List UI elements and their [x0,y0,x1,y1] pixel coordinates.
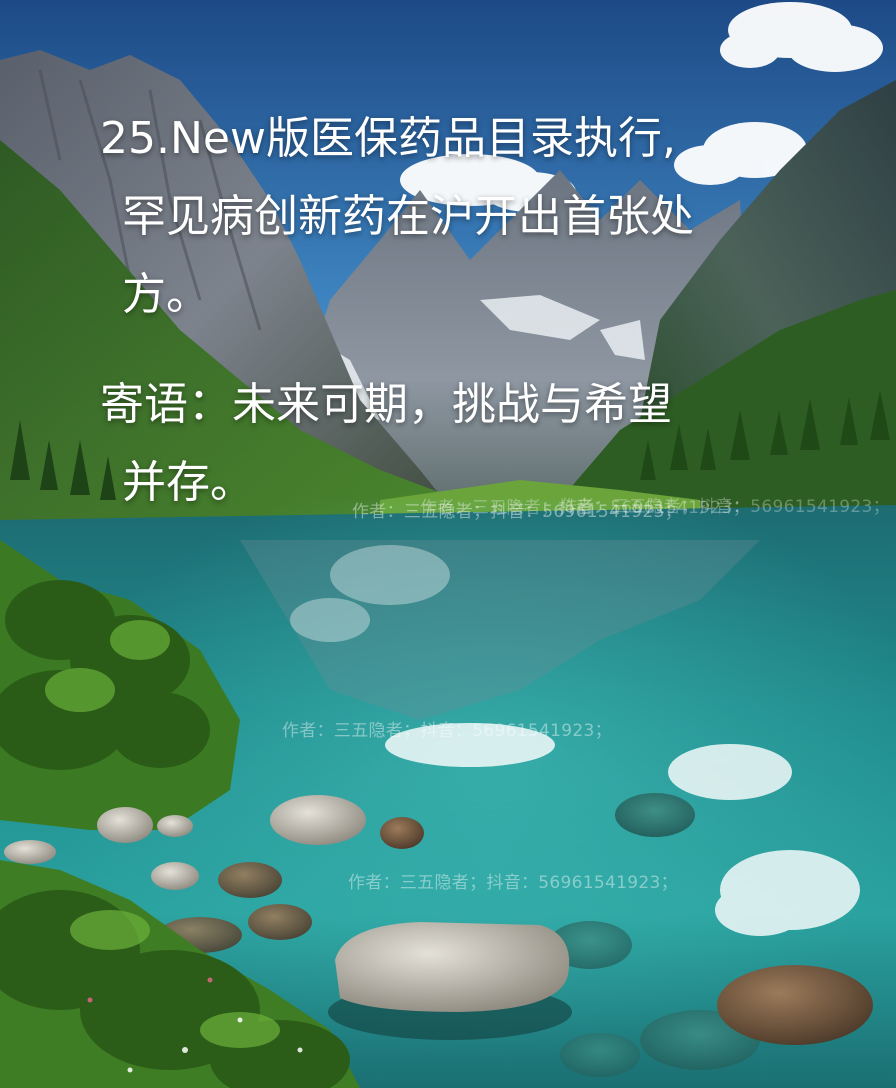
headline-text: 25.New版医保药品目录执行, 罕见病创新药在沪开出首张处方。 [100,100,760,334]
headline-line-2: 罕见病创新药在沪开出首张处方。 [122,191,694,320]
message-line-1: 寄语：未来可期，挑战与希望 [100,379,672,430]
headline-line-1: 25.New版医保药品目录执行, [100,113,676,164]
watermark-author: 作者：三五隐者；抖音：56961541923； [348,873,678,893]
watermark-author: 作者：三五隐者；抖音：56961541923； [282,721,612,741]
watermark-author: 作者：三五隐者；抖音：56961541923； [352,502,682,522]
